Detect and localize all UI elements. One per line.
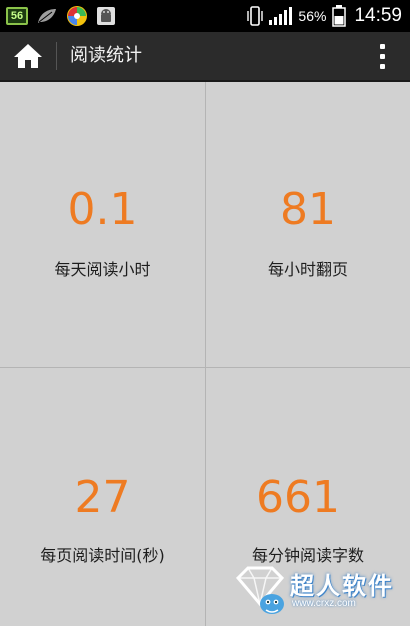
system-icons: 56% 14:59 (246, 3, 402, 29)
stat-value: 661 (256, 472, 340, 523)
overflow-menu-dot (379, 63, 385, 69)
watermark-brand: 超人软件 (290, 572, 394, 600)
watermark-url: www.crxz.com (292, 598, 356, 609)
stat-tile-daily-hours: 0.1 每天阅读小时 (0, 82, 205, 367)
status-bar: 56 56% 14:59 (0, 0, 410, 32)
overflow-menu-icon (379, 43, 385, 49)
stat-value: 27 (74, 472, 131, 523)
overflow-menu-dot (379, 53, 385, 59)
signal-icon (269, 7, 293, 25)
battery-icon (332, 5, 347, 27)
notification-icons: 56 (6, 5, 116, 27)
clock: 14:59 (354, 5, 402, 26)
watermark: 超人软件 www.crxz.com (228, 560, 408, 622)
leaf-icon (38, 9, 56, 23)
watermark-logo-icon (235, 566, 285, 614)
stats-grid: 0.1 每天阅读小时 81 每小时翻页 27 每页阅读时间(秒) 661 每分钟… (0, 82, 410, 626)
app-56-icon: 56 (6, 7, 28, 25)
stat-value: 81 (280, 184, 336, 235)
overflow-menu-button[interactable] (368, 32, 396, 80)
stat-tile-seconds-per-page: 27 每页阅读时间(秒) (0, 368, 205, 626)
battery-percent: 56% (298, 8, 327, 24)
home-button[interactable] (0, 32, 56, 80)
action-bar-divider (56, 42, 57, 70)
stat-label: 每页阅读时间(秒) (40, 546, 165, 565)
pinwheel-icon (67, 6, 87, 26)
stat-label: 每天阅读小时 (54, 260, 151, 279)
stat-label: 每小时翻页 (267, 260, 348, 279)
action-bar: 阅读统计 (0, 32, 410, 82)
android-icon (97, 7, 115, 25)
page-title: 阅读统计 (70, 45, 142, 66)
home-icon (14, 44, 42, 68)
stat-tile-pages-per-hour: 81 每小时翻页 (206, 82, 410, 367)
stat-value: 0.1 (67, 184, 138, 235)
phone-vibrate-icon (247, 6, 264, 26)
